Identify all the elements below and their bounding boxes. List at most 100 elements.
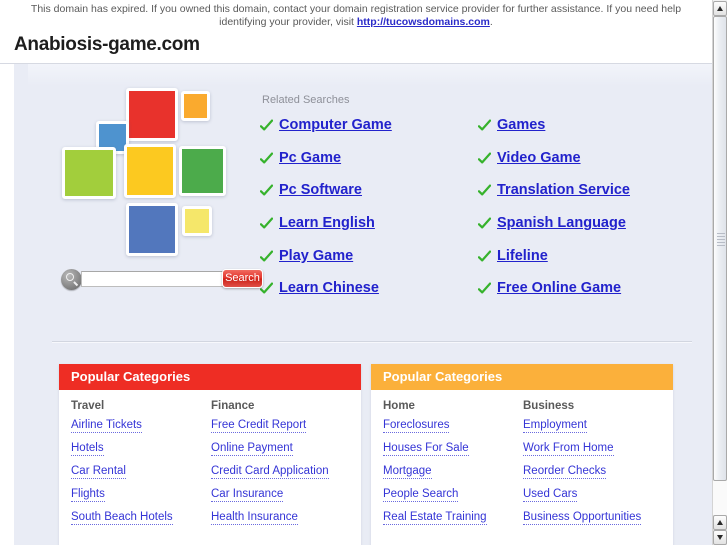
search-input[interactable] (81, 271, 238, 287)
page-title: Anabiosis-game.com (14, 34, 200, 55)
related-search-row[interactable]: Learn Chinese (259, 280, 475, 313)
panel-body: Home Foreclosures Houses For Sale Mortgage P… (371, 390, 673, 545)
checkmark-icon (477, 119, 492, 134)
related-search-row[interactable]: Lifeline (477, 248, 693, 281)
category-group: Finance Free Credit Report Online Payment C… (211, 400, 351, 534)
scroll-up-button-bottom[interactable] (713, 515, 727, 530)
category-link[interactable]: Car Rental (71, 465, 126, 479)
category-link[interactable]: Used Cars (523, 488, 578, 502)
related-search-row[interactable]: Computer Game (259, 117, 475, 150)
chevron-up-icon (717, 6, 723, 11)
related-search-link[interactable]: Lifeline (497, 248, 548, 264)
scroll-up-button[interactable] (713, 1, 727, 16)
popular-categories-panel-1: Popular Categories Travel Airline Tickets… (59, 364, 361, 545)
category-link[interactable]: Car Insurance (211, 488, 284, 502)
page-frame: Related Searches Computer Game Pc Game Pc … (0, 64, 712, 545)
category-link[interactable]: Online Payment (211, 442, 293, 456)
related-search-row[interactable]: Learn English (259, 215, 475, 248)
related-search-link[interactable]: Learn Chinese (279, 280, 379, 296)
logo-tile (126, 88, 178, 141)
category-group-title: Finance (211, 400, 255, 412)
checkmark-icon (259, 217, 274, 232)
category-link[interactable]: Mortgage (383, 465, 432, 479)
category-group: Business Employment Work From Home Reorder … (523, 400, 663, 534)
category-link[interactable]: Real Estate Training (383, 511, 487, 525)
related-search-row[interactable]: Play Game (259, 248, 475, 281)
related-search-row[interactable]: Free Online Game (477, 280, 693, 313)
category-link[interactable]: South Beach Hotels (71, 511, 173, 525)
category-group: Home Foreclosures Houses For Sale Mortgage P… (383, 400, 523, 534)
vertical-scrollbar[interactable] (712, 0, 727, 545)
logo-tile (182, 206, 212, 236)
checkmark-icon (477, 282, 492, 297)
category-link[interactable]: Houses For Sale (383, 442, 469, 456)
panel-header: Popular Categories (59, 364, 361, 390)
category-link[interactable]: Flights (71, 488, 105, 502)
magnifier-handle-icon (72, 281, 78, 287)
panel-header: Popular Categories (371, 364, 673, 390)
scrollbar-track[interactable] (713, 16, 727, 515)
related-searches-label: Related Searches (262, 94, 350, 106)
related-search-link[interactable]: Pc Game (279, 150, 341, 166)
notice-text-after: . (489, 15, 493, 28)
related-search-row[interactable]: Translation Service (477, 182, 693, 215)
logo-tile (124, 144, 176, 198)
category-group-title: Business (523, 400, 575, 412)
browser-viewport: This domain has expired. If you owned th… (0, 0, 712, 545)
section-divider (52, 341, 692, 343)
checkmark-icon (477, 184, 492, 199)
related-search-row[interactable]: Video Game (477, 150, 693, 183)
category-link[interactable]: Foreclosures (383, 419, 450, 433)
logo-tile (179, 146, 226, 196)
related-searches-column-left: Computer Game Pc Game Pc Software Learn Eng… (259, 117, 475, 313)
category-link[interactable]: Business Opportunities (523, 511, 642, 525)
related-search-row[interactable]: Pc Game (259, 150, 475, 183)
category-link[interactable]: Health Insurance (211, 511, 298, 525)
tucows-domains-link[interactable]: http://tucowsdomains.com (357, 16, 490, 28)
related-searches-column-right: Games Video Game Translation Service Spanis… (477, 117, 693, 313)
related-search-link[interactable]: Computer Game (279, 117, 392, 133)
checkmark-icon (259, 184, 274, 199)
related-search-link[interactable]: Pc Software (279, 182, 362, 198)
logo-tile (126, 203, 178, 256)
related-search-row[interactable]: Games (477, 117, 693, 150)
related-search-link[interactable]: Learn English (279, 215, 375, 231)
category-link[interactable]: Employment (523, 419, 587, 433)
category-link[interactable]: Credit Card Application (211, 465, 329, 479)
search-icon[interactable] (61, 269, 82, 290)
related-search-link[interactable]: Video Game (497, 150, 581, 166)
logo-tile (181, 91, 210, 121)
panel-body: Travel Airline Tickets Hotels Car Rental Fli… (59, 390, 361, 545)
page-inner: Related Searches Computer Game Pc Game Pc … (28, 64, 712, 545)
checkmark-icon (477, 250, 492, 265)
related-search-link[interactable]: Spanish Language (497, 215, 626, 231)
checkmark-icon (259, 152, 274, 167)
checkmark-icon (259, 250, 274, 265)
category-link[interactable]: Free Credit Report (211, 419, 307, 433)
checkmark-icon (259, 119, 274, 134)
related-search-row[interactable]: Spanish Language (477, 215, 693, 248)
chevron-up-icon (717, 520, 723, 525)
category-link[interactable]: Work From Home (523, 442, 614, 456)
search-button[interactable]: Search (222, 269, 263, 288)
category-group-title: Home (383, 400, 415, 412)
logo-tile (62, 147, 116, 199)
notice-text: This domain has expired. If you owned th… (0, 3, 712, 28)
related-search-row[interactable]: Pc Software (259, 182, 475, 215)
related-search-link[interactable]: Play Game (279, 248, 353, 264)
category-group: Travel Airline Tickets Hotels Car Rental Fli… (71, 400, 211, 534)
category-link[interactable]: Airline Tickets (71, 419, 142, 433)
category-link[interactable]: Reorder Checks (523, 465, 607, 479)
related-search-link[interactable]: Games (497, 117, 545, 133)
scrollbar-thumb[interactable] (713, 16, 727, 481)
category-link[interactable]: People Search (383, 488, 459, 502)
search-bar: Search (61, 269, 263, 291)
magnifier-glass-icon (66, 273, 74, 281)
related-search-link[interactable]: Free Online Game (497, 280, 621, 296)
category-link[interactable]: Hotels (71, 442, 104, 456)
scroll-down-button[interactable] (713, 530, 727, 545)
related-search-link[interactable]: Translation Service (497, 182, 630, 198)
mosaic-squares-logo (60, 84, 240, 259)
popular-categories-panel-2: Popular Categories Home Foreclosures House… (371, 364, 673, 545)
expired-domain-notice: This domain has expired. If you owned th… (0, 0, 712, 28)
